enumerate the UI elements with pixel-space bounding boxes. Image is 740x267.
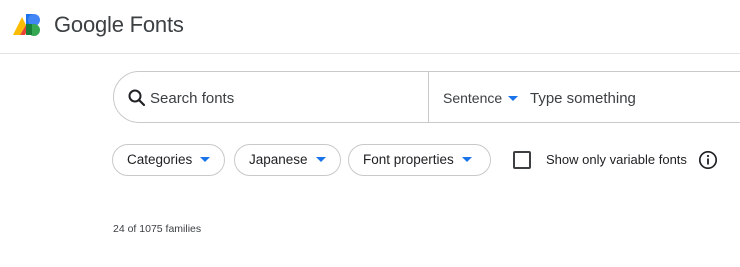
font-properties-filter-button[interactable]: Font properties xyxy=(348,144,491,176)
google-fonts-logo-icon[interactable] xyxy=(12,11,42,39)
chevron-down-icon xyxy=(461,156,472,162)
info-icon[interactable] xyxy=(698,150,718,170)
search-input[interactable] xyxy=(150,86,420,110)
categories-filter-button[interactable]: Categories xyxy=(112,144,225,176)
variable-fonts-label[interactable]: Show only variable fonts xyxy=(546,151,687,169)
language-filter-label: Japanese xyxy=(249,152,308,167)
chevron-down-icon xyxy=(200,156,211,162)
language-filter-button[interactable]: Japanese xyxy=(234,144,341,176)
search-icon xyxy=(128,89,146,107)
results-count: 24 of 1075 families xyxy=(113,223,202,235)
preview-mode-label: Sentence xyxy=(443,90,503,106)
brand-name[interactable]: Google Fonts xyxy=(54,11,184,39)
variable-fonts-checkbox[interactable] xyxy=(513,151,531,169)
font-properties-filter-label: Font properties xyxy=(363,152,454,167)
top-app-bar: Google Fonts xyxy=(0,0,740,54)
preview-mode-select[interactable]: Sentence xyxy=(443,86,519,110)
chevron-down-icon xyxy=(315,156,326,162)
search-divider xyxy=(428,72,429,122)
preview-text-input[interactable] xyxy=(530,86,740,110)
categories-filter-label: Categories xyxy=(127,152,193,167)
chevron-down-icon xyxy=(508,95,519,101)
search-bar: Sentence xyxy=(113,71,740,123)
